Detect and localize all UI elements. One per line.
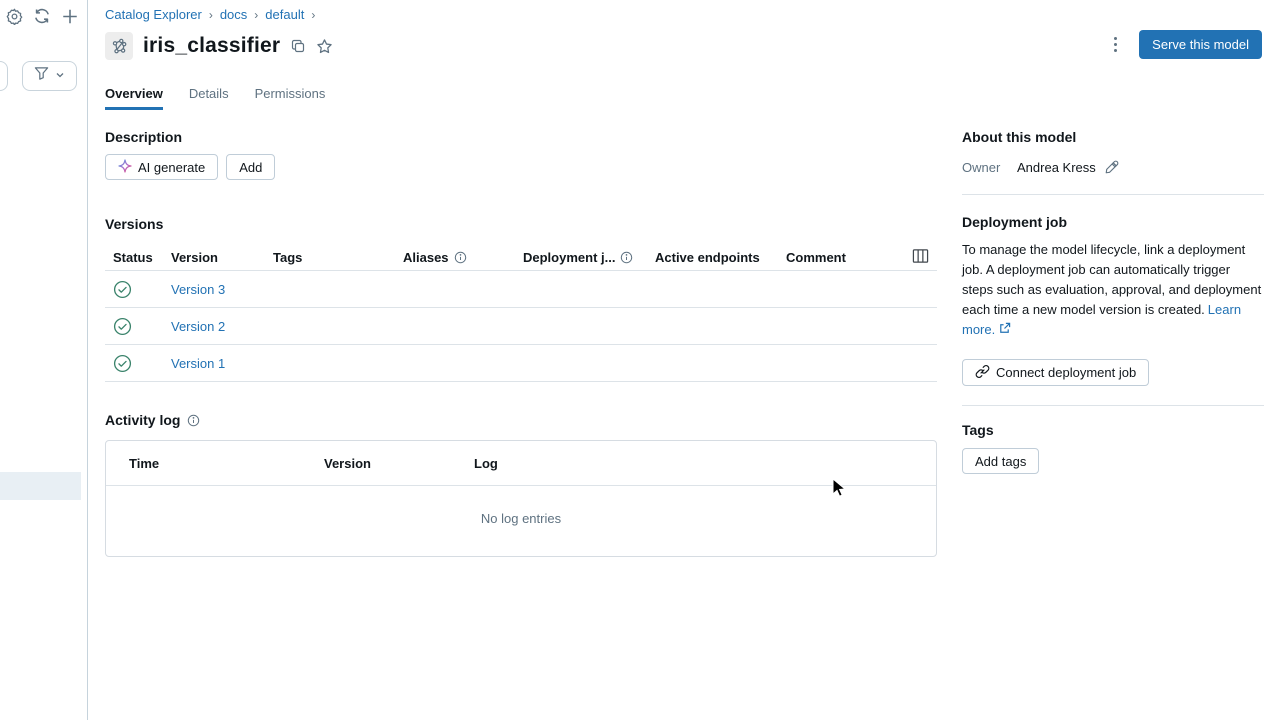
about-this-model-heading: About this model (962, 129, 1264, 145)
breadcrumb-separator: › (254, 8, 258, 22)
deployment-job-info-icon[interactable] (620, 251, 633, 264)
activity-log-heading-row: Activity log (105, 412, 937, 428)
activity-log-heading: Activity log (105, 412, 180, 428)
panel-divider (962, 405, 1264, 406)
add-description-label: Add (239, 160, 262, 175)
col-time: Time (129, 456, 324, 471)
versions-table-header: Status Version Tags Aliases Deployment j… (105, 245, 937, 271)
add-tags-button[interactable]: Add tags (962, 448, 1039, 474)
version-row[interactable]: Version 3 (105, 271, 937, 308)
description-heading: Description (105, 129, 937, 145)
link-chain-icon (975, 364, 990, 382)
connect-deployment-job-label: Connect deployment job (996, 365, 1136, 380)
tab-details[interactable]: Details (189, 86, 229, 110)
main-content: Description AI gener (105, 122, 937, 557)
activity-log-header: Time Version Log (106, 441, 936, 486)
table-columns-icon[interactable] (912, 248, 929, 269)
breadcrumb-separator: › (311, 8, 315, 22)
edit-owner-pencil-icon[interactable] (1104, 160, 1119, 175)
col-log: Log (474, 456, 936, 471)
add-plus-icon[interactable] (61, 7, 79, 25)
col-tags: Tags (273, 250, 403, 265)
title-row: iris_classifier (105, 32, 333, 60)
page-title: iris_classifier (143, 34, 280, 58)
status-ready-check-icon (105, 354, 171, 373)
external-link-icon[interactable] (998, 321, 1011, 341)
breadcrumb-separator: › (209, 8, 213, 22)
col-version: Version (171, 250, 273, 265)
version-row[interactable]: Version 2 (105, 308, 937, 345)
search-input-partial[interactable] (0, 61, 8, 91)
tab-permissions[interactable]: Permissions (255, 86, 326, 110)
connect-deployment-job-button[interactable]: Connect deployment job (962, 359, 1149, 386)
filter-funnel-icon (34, 66, 49, 86)
tab-overview[interactable]: Overview (105, 86, 163, 110)
sidebar-selected-item-partial[interactable] (0, 472, 81, 500)
owner-row: Owner Andrea Kress (962, 160, 1264, 175)
serve-this-model-button[interactable]: Serve this model (1139, 30, 1262, 59)
settings-gear-icon[interactable] (5, 7, 23, 25)
tab-bar: Overview Details Permissions (105, 86, 325, 110)
chevron-down-icon (55, 67, 65, 85)
aliases-info-icon[interactable] (454, 251, 467, 264)
ai-generate-button[interactable]: AI generate (105, 154, 218, 180)
ai-generate-label: AI generate (138, 160, 205, 175)
breadcrumb: Catalog Explorer › docs › default › (105, 7, 315, 22)
col-aliases: Aliases (403, 250, 523, 265)
status-ready-check-icon (105, 280, 171, 299)
breadcrumb-link-docs[interactable]: docs (220, 7, 247, 22)
registered-model-icon (105, 32, 133, 60)
col-active-endpoints: Active endpoints (655, 250, 786, 265)
add-tags-label: Add tags (975, 454, 1026, 469)
catalog-explorer-screen: Catalog Explorer › docs › default › iris… (0, 0, 1280, 720)
deployment-job-description: To manage the model lifecycle, link a de… (962, 240, 1264, 341)
versions-heading: Versions (105, 216, 937, 232)
col-log-version: Version (324, 456, 474, 471)
left-sidebar (0, 0, 88, 720)
refresh-icon[interactable] (33, 7, 51, 25)
sidebar-toolbar (5, 7, 79, 25)
activity-log-table: Time Version Log No log entries (105, 440, 937, 557)
activity-log-info-icon[interactable] (187, 414, 200, 427)
breadcrumb-link-default[interactable]: default (265, 7, 304, 22)
no-log-entries-text: No log entries (106, 511, 936, 526)
tags-heading: Tags (962, 422, 1264, 438)
col-status: Status (105, 250, 171, 265)
ai-sparkle-icon (118, 159, 132, 176)
version-2-link[interactable]: Version 2 (171, 319, 225, 334)
copy-name-icon[interactable] (290, 38, 306, 54)
header-actions: Serve this model (1107, 30, 1262, 59)
add-description-button[interactable]: Add (226, 154, 275, 180)
favorite-star-icon[interactable] (316, 38, 333, 55)
side-panel: About this model Owner Andrea Kress Depl… (962, 122, 1264, 474)
kebab-menu-icon[interactable] (1107, 30, 1123, 59)
version-row[interactable]: Version 1 (105, 345, 937, 382)
deployment-job-heading: Deployment job (962, 214, 1264, 230)
breadcrumb-link-catalog-explorer[interactable]: Catalog Explorer (105, 7, 202, 22)
version-3-link[interactable]: Version 3 (171, 282, 225, 297)
version-1-link[interactable]: Version 1 (171, 356, 225, 371)
filter-button[interactable] (22, 61, 77, 91)
col-deployment-job: Deployment j... (523, 250, 655, 265)
status-ready-check-icon (105, 317, 171, 336)
owner-label: Owner (962, 160, 1017, 175)
description-actions: AI generate Add (105, 154, 937, 180)
versions-table: Status Version Tags Aliases Deployment j… (105, 245, 937, 382)
owner-name: Andrea Kress (1017, 160, 1096, 175)
panel-divider (962, 194, 1264, 195)
